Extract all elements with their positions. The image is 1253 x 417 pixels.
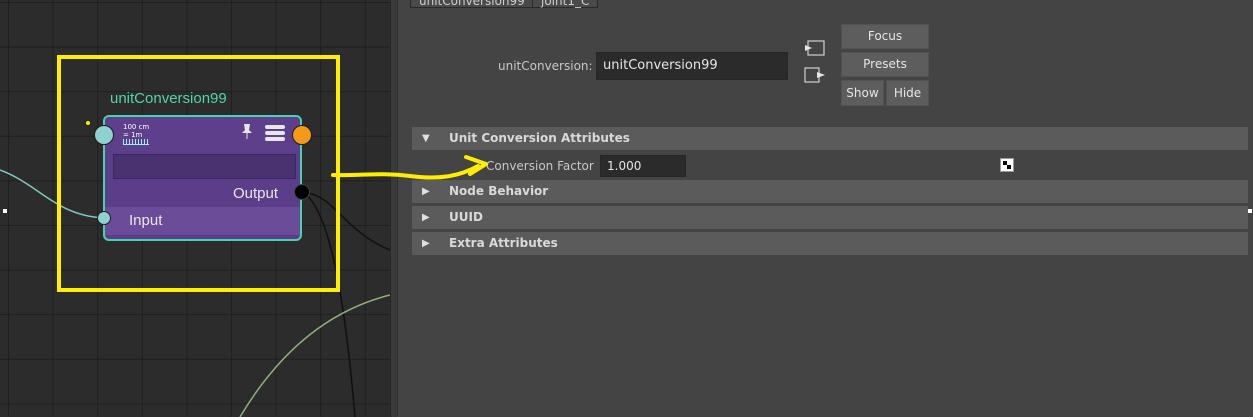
- conversion-factor-field[interactable]: 1.000: [600, 155, 686, 177]
- right-edge-handle: [1248, 209, 1252, 213]
- tab-joint[interactable]: joint1_C: [532, 0, 599, 8]
- expand-down-icon: ▼: [422, 133, 430, 144]
- panel-splitter[interactable]: [390, 0, 398, 417]
- section-label: UUID: [449, 210, 483, 224]
- expand-right-icon: ▶: [422, 238, 430, 249]
- section-label: Extra Attributes: [449, 236, 558, 250]
- node-name-field[interactable]: unitConversion99: [596, 52, 788, 80]
- conversion-factor-label: Conversion Factor: [486, 159, 594, 173]
- section-label: Node Behavior: [449, 184, 549, 198]
- attribute-editor-panel: unitConversion99 joint1_C unitConversion…: [398, 0, 1253, 417]
- focus-input-icon[interactable]: [804, 40, 826, 58]
- focus-button[interactable]: Focus: [841, 24, 929, 49]
- section-extra-attributes[interactable]: ▶ Extra Attributes: [412, 232, 1248, 255]
- green-wire: [239, 294, 390, 417]
- tab-unit-conversion[interactable]: unitConversion99: [410, 0, 534, 8]
- section-uuid[interactable]: ▶ UUID: [412, 206, 1248, 229]
- section-unit-conversion-attributes[interactable]: ▼ Unit Conversion Attributes: [412, 127, 1248, 150]
- section-node-behavior[interactable]: ▶ Node Behavior: [412, 180, 1248, 203]
- section-label: Unit Conversion Attributes: [449, 131, 630, 145]
- presets-button[interactable]: Presets: [841, 52, 929, 77]
- node-name-label: unitConversion:: [498, 59, 593, 73]
- expand-right-icon: ▶: [422, 212, 430, 223]
- key-checker-icon[interactable]: [1000, 158, 1014, 172]
- left-edge-handle: [3, 209, 7, 213]
- expand-right-icon: ▶: [422, 186, 430, 197]
- focus-output-icon[interactable]: [804, 67, 826, 85]
- node-graph-panel[interactable]: unitConversion99 100 cm = 1m Output Inpu…: [0, 0, 390, 417]
- show-button[interactable]: Show: [841, 80, 884, 106]
- annotation-highlight-box: [57, 55, 340, 292]
- hide-button[interactable]: Hide: [886, 80, 929, 106]
